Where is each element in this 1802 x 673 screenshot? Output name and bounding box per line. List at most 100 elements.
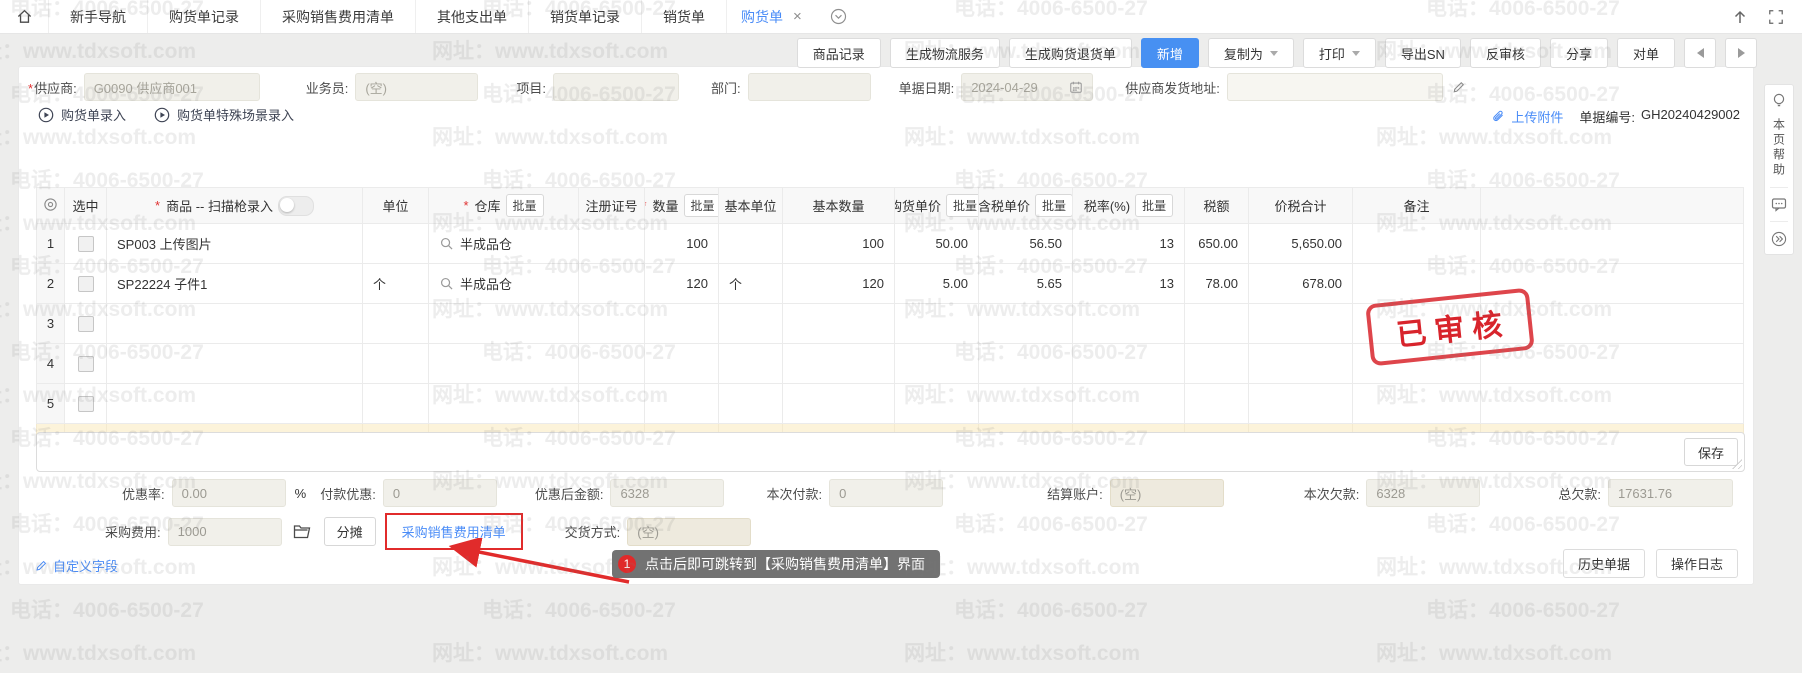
share-button[interactable]: 分享 [1550,38,1608,68]
base-unit-cell[interactable] [719,384,783,424]
nav-item-other-expense[interactable]: 其他支出单 [415,0,528,33]
product-cell[interactable] [107,384,363,424]
warehouse-cell[interactable] [429,304,579,344]
tax-price-cell[interactable]: 56.50 [979,224,1073,264]
fullscreen-button[interactable] [1768,9,1784,25]
help-tip-button[interactable] [1771,92,1787,109]
upload-attachment-link[interactable]: 上传附件 [1491,107,1563,126]
base-unit-cell[interactable]: 个 [719,264,783,304]
warehouse-cell[interactable] [429,384,579,424]
qty-cell[interactable]: 100 [645,224,719,264]
edit-address-button[interactable] [1452,80,1466,94]
tax-price-cell[interactable] [979,304,1073,344]
total-cell[interactable] [1249,304,1353,344]
tax-rate-batch-button[interactable]: 批量 [1135,194,1173,217]
tax-rate-cell[interactable] [1073,384,1185,424]
pay-discount-input[interactable]: 0 [383,479,497,507]
copy-as-button[interactable]: 复制为 [1208,38,1294,68]
page-help-link[interactable]: 本页帮助 [1771,118,1788,178]
remark-cell[interactable] [1353,384,1481,424]
base-qty-cell[interactable] [783,384,895,424]
next-record-button[interactable] [1725,38,1757,68]
delivery-method-input[interactable]: (空) [627,518,751,546]
check-bill-button[interactable]: 对单 [1617,38,1675,68]
total-cell[interactable]: 5,650.00 [1249,224,1353,264]
tax-price-cell[interactable] [979,344,1073,384]
tax-amount-cell[interactable] [1185,344,1249,384]
unit-cell[interactable] [363,344,429,384]
save-button[interactable]: 保存 [1684,438,1738,466]
row-select-checkbox[interactable] [78,276,94,292]
product-cell[interactable] [107,344,363,384]
supplier-input[interactable]: G0090 供应商001 [84,73,260,101]
row-select-checkbox[interactable] [78,236,94,252]
tab-purchase-order-active[interactable]: 购货单 × [726,0,816,33]
tax-price-batch-button[interactable]: 批量 [1035,194,1073,217]
generate-logistics-button[interactable]: 生成物流服务 [890,38,1000,68]
unit-cell[interactable] [363,224,429,264]
base-qty-cell[interactable] [783,344,895,384]
nav-item-fee-list[interactable]: 采购销售费用清单 [260,0,415,33]
project-input[interactable] [553,73,679,101]
reg-no-cell[interactable] [579,264,645,304]
video-link-entry[interactable]: 购货单录入 [38,105,126,124]
reg-no-cell[interactable] [579,344,645,384]
discount-rate-input[interactable]: 0.00 [172,479,286,507]
unit-cell[interactable] [363,304,429,344]
total-debt-input[interactable]: 17631.76 [1608,479,1733,507]
home-button[interactable] [0,0,48,33]
base-qty-cell[interactable]: 100 [783,224,895,264]
grid-settings-icon[interactable] [43,197,58,212]
search-icon[interactable] [440,277,453,290]
qty-batch-button[interactable]: 批量 [684,194,719,217]
remark-textarea[interactable]: 保存 [36,432,1745,472]
price-cell[interactable] [895,384,979,424]
tax-amount-cell[interactable]: 78.00 [1185,264,1249,304]
debt-now-input[interactable]: 6328 [1366,479,1480,507]
base-qty-cell[interactable] [783,304,895,344]
tax-rate-cell[interactable]: 13 [1073,264,1185,304]
scroll-top-button[interactable] [1732,9,1748,25]
after-discount-input[interactable]: 6328 [610,479,724,507]
nav-item-purchase-records[interactable]: 购货单记录 [147,0,260,33]
tax-amount-cell[interactable] [1185,384,1249,424]
warehouse-batch-button[interactable]: 批量 [506,194,544,217]
product-cell[interactable]: SP003 上传图片 [107,224,363,264]
price-cell[interactable]: 50.00 [895,224,979,264]
calendar-icon[interactable] [1069,80,1083,94]
doc-date-input[interactable]: 2024-04-29 [961,73,1093,101]
tax-price-cell[interactable]: 5.65 [979,264,1073,304]
price-cell[interactable]: 5.00 [895,264,979,304]
tax-amount-cell[interactable] [1185,304,1249,344]
price-cell[interactable] [895,344,979,384]
previous-record-button[interactable] [1684,38,1716,68]
nav-item-newbie-guide[interactable]: 新手导航 [48,0,147,33]
price-batch-button[interactable]: 批量 [946,194,979,217]
fee-list-link[interactable]: 采购销售费用清单 [402,522,506,541]
total-cell[interactable]: 678.00 [1249,264,1353,304]
product-records-button[interactable]: 商品记录 [797,38,881,68]
row-select-checkbox[interactable] [78,356,94,372]
allocate-button[interactable]: 分摊 [324,517,376,546]
tax-price-cell[interactable] [979,384,1073,424]
export-sn-button[interactable]: 导出SN [1385,38,1461,68]
purchase-fee-input[interactable]: 1000 [168,518,282,546]
tax-amount-cell[interactable]: 650.00 [1185,224,1249,264]
warehouse-cell[interactable]: 半成品仓 [429,264,579,304]
custom-fields-link[interactable]: 自定义字段 [35,556,118,575]
qty-cell[interactable] [645,384,719,424]
nav-item-sales-order[interactable]: 销货单 [641,0,726,33]
product-cell[interactable] [107,304,363,344]
qty-cell[interactable] [645,344,719,384]
tax-rate-cell[interactable]: 13 [1073,224,1185,264]
unaudit-button[interactable]: 反审核 [1470,38,1541,68]
reg-no-cell[interactable] [579,304,645,344]
product-cell[interactable]: SP22224 子件1 [107,264,363,304]
reg-no-cell[interactable] [579,384,645,424]
feedback-button[interactable] [1771,197,1787,212]
salesman-input[interactable]: (空) [355,73,478,101]
nav-item-sales-records[interactable]: 销货单记录 [528,0,641,33]
ship-address-input[interactable] [1227,73,1443,101]
add-new-button[interactable]: 新增 [1141,38,1199,68]
total-cell[interactable] [1249,344,1353,384]
